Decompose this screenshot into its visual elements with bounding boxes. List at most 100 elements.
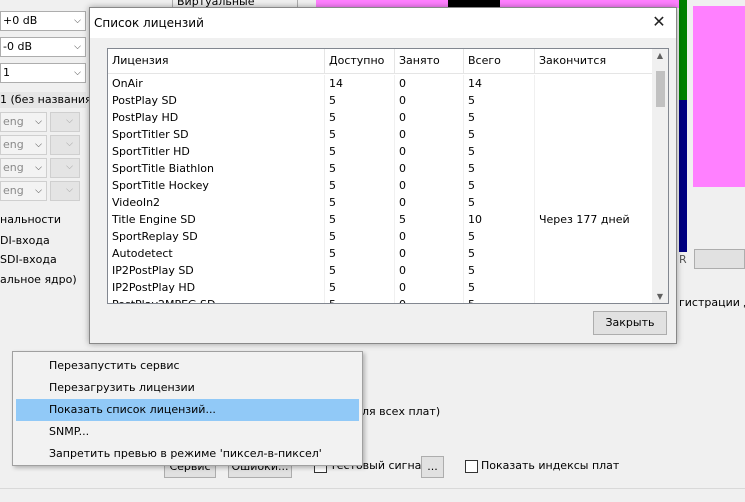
menu-item-reload-licenses[interactable]: Перезагрузить лицензии bbox=[16, 377, 359, 399]
license-list-dialog: Список лицензий ✕ Лицензия Доступно Заня… bbox=[89, 7, 677, 344]
table-cell: 5 bbox=[464, 143, 535, 160]
table-cell: VideoIn2 bbox=[108, 194, 325, 211]
table-row[interactable]: VideoIn2 5 0 5 bbox=[108, 194, 654, 211]
table-cell: 5 bbox=[464, 279, 535, 296]
table-cell bbox=[535, 160, 654, 177]
close-button[interactable]: Закрыть bbox=[593, 311, 667, 335]
vertical-scrollbar[interactable]: ▲ ▼ bbox=[652, 49, 668, 303]
table-row[interactable]: SportTitle Biathlon 5 0 5 bbox=[108, 160, 654, 177]
table-cell: 5 bbox=[464, 109, 535, 126]
table-row[interactable]: PostPlay HD 5 0 5 bbox=[108, 109, 654, 126]
table-cell: 5 bbox=[325, 109, 395, 126]
table-row[interactable]: IP2PostPlay SD 5 0 5 bbox=[108, 262, 654, 279]
show-indices-label: Показать индексы плат bbox=[481, 459, 620, 472]
lang-combo-1[interactable]: eng ⌵ bbox=[0, 112, 47, 132]
table-cell: 5 bbox=[325, 160, 395, 177]
license-table[interactable]: Лицензия Доступно Занято Всего Закончитс… bbox=[107, 48, 669, 304]
table-cell: SportTitle Hockey bbox=[108, 177, 325, 194]
table-cell: PostPlay2MPEG SD bbox=[108, 296, 325, 303]
table-cell: 5 bbox=[325, 245, 395, 262]
menu-item-snmp[interactable]: SNMP... bbox=[16, 421, 359, 443]
table-row[interactable]: Title Engine SD 5 5 10 Через 177 дней bbox=[108, 211, 654, 228]
table-row[interactable]: SportReplay SD 5 0 5 bbox=[108, 228, 654, 245]
table-cell: 5 bbox=[464, 126, 535, 143]
table-cell: 0 bbox=[395, 194, 464, 211]
table-cell: 0 bbox=[395, 177, 464, 194]
preview-navy-strip bbox=[679, 100, 687, 252]
menu-item-restart-service[interactable]: Перезапустить сервис bbox=[16, 355, 359, 377]
column-header-license[interactable]: Лицензия bbox=[108, 49, 325, 73]
table-cell: 0 bbox=[395, 296, 464, 303]
option-label-3: SDI-входа bbox=[0, 253, 57, 266]
channel-name-label: 1 (без названия) bbox=[0, 92, 96, 108]
table-cell: 5 bbox=[464, 296, 535, 303]
option-label-2: DI-входа bbox=[0, 234, 50, 247]
table-cell: 5 bbox=[325, 228, 395, 245]
table-cell: 10 bbox=[464, 211, 535, 228]
lang-combo-2[interactable]: eng ⌵ bbox=[0, 135, 47, 155]
table-cell: 0 bbox=[395, 279, 464, 296]
show-indices-checkbox[interactable] bbox=[465, 460, 478, 473]
table-row[interactable]: SportTitler HD 5 0 5 bbox=[108, 143, 654, 160]
test-signal-settings-button[interactable]: ... bbox=[421, 456, 444, 478]
table-cell: 0 bbox=[395, 160, 464, 177]
table-cell: 5 bbox=[464, 92, 535, 109]
lang-combo-3[interactable]: eng ⌵ bbox=[0, 158, 47, 178]
channel-combo[interactable]: 1 ⌵ bbox=[0, 63, 86, 83]
side-button[interactable] bbox=[694, 249, 745, 269]
menu-item-show-license-list[interactable]: Показать список лицензий... bbox=[16, 399, 359, 421]
gain-combo-2-value: -0 dB bbox=[3, 40, 32, 53]
chevron-down-icon: ⌵ bbox=[66, 162, 73, 172]
scroll-down-icon[interactable]: ▼ bbox=[652, 292, 668, 301]
table-cell: 5 bbox=[464, 160, 535, 177]
table-cell: 5 bbox=[395, 211, 464, 228]
service-context-menu: Перезапустить сервис Перезагрузить лицен… bbox=[12, 351, 363, 466]
channel-combo-value: 1 bbox=[3, 66, 10, 79]
column-header-total[interactable]: Всего bbox=[464, 49, 535, 73]
lang-mini-combo-1[interactable]: ⌵ bbox=[50, 112, 80, 132]
scroll-thumb[interactable] bbox=[656, 71, 665, 107]
chevron-down-icon: ⌵ bbox=[66, 185, 73, 195]
table-cell bbox=[535, 245, 654, 262]
table-cell bbox=[535, 109, 654, 126]
table-row[interactable]: OnAir 14 0 14 bbox=[108, 75, 654, 92]
column-header-available[interactable]: Доступно bbox=[325, 49, 395, 73]
table-cell bbox=[535, 279, 654, 296]
r-label: R bbox=[679, 253, 687, 266]
chevron-down-icon: ⌵ bbox=[74, 68, 81, 78]
lang-mini-combo-3[interactable]: ⌵ bbox=[50, 158, 80, 178]
chevron-down-icon: ⌵ bbox=[35, 186, 42, 196]
table-cell: 5 bbox=[325, 177, 395, 194]
table-row[interactable]: PostPlay2MPEG SD505 bbox=[108, 296, 654, 303]
table-row[interactable]: IP2PostPlay HD 5 0 5 bbox=[108, 279, 654, 296]
table-cell: 0 bbox=[395, 245, 464, 262]
table-row[interactable]: SportTitler SD 5 0 5 bbox=[108, 126, 654, 143]
lang-mini-combo-2[interactable]: ⌵ bbox=[50, 135, 80, 155]
scroll-up-icon[interactable]: ▲ bbox=[652, 51, 668, 60]
table-row[interactable]: PostPlay SD 5 0 5 bbox=[108, 92, 654, 109]
column-header-expires[interactable]: Закончится bbox=[535, 49, 654, 73]
gain-combo-2[interactable]: -0 dB ⌵ bbox=[0, 37, 86, 57]
table-cell: 5 bbox=[325, 143, 395, 160]
column-header-used[interactable]: Занято bbox=[395, 49, 464, 73]
registration-label: гистрации дл bbox=[679, 296, 745, 309]
table-cell: 0 bbox=[395, 109, 464, 126]
gain-combo-1[interactable]: +0 dB ⌵ bbox=[0, 11, 86, 31]
table-cell: 0 bbox=[395, 262, 464, 279]
table-cell: 14 bbox=[464, 75, 535, 92]
table-cell: 0 bbox=[395, 92, 464, 109]
table-cell: IP2PostPlay HD bbox=[108, 279, 325, 296]
chevron-down-icon: ⌵ bbox=[74, 16, 81, 26]
menu-item-disable-pixel-preview[interactable]: Запретить превью в режиме 'пиксел-в-пикс… bbox=[16, 443, 359, 465]
close-icon[interactable]: ✕ bbox=[648, 11, 670, 33]
chevron-down-icon: ⌵ bbox=[35, 117, 42, 127]
lang-combo-4[interactable]: eng ⌵ bbox=[0, 181, 47, 201]
table-cell: PostPlay SD bbox=[108, 92, 325, 109]
table-cell: 0 bbox=[395, 228, 464, 245]
table-cell: 5 bbox=[325, 296, 395, 303]
table-cell: 5 bbox=[325, 262, 395, 279]
table-row[interactable]: Autodetect 5 0 5 bbox=[108, 245, 654, 262]
lang-mini-combo-4[interactable]: ⌵ bbox=[50, 181, 80, 201]
table-cell: 0 bbox=[395, 126, 464, 143]
table-row[interactable]: SportTitle Hockey 5 0 5 bbox=[108, 177, 654, 194]
